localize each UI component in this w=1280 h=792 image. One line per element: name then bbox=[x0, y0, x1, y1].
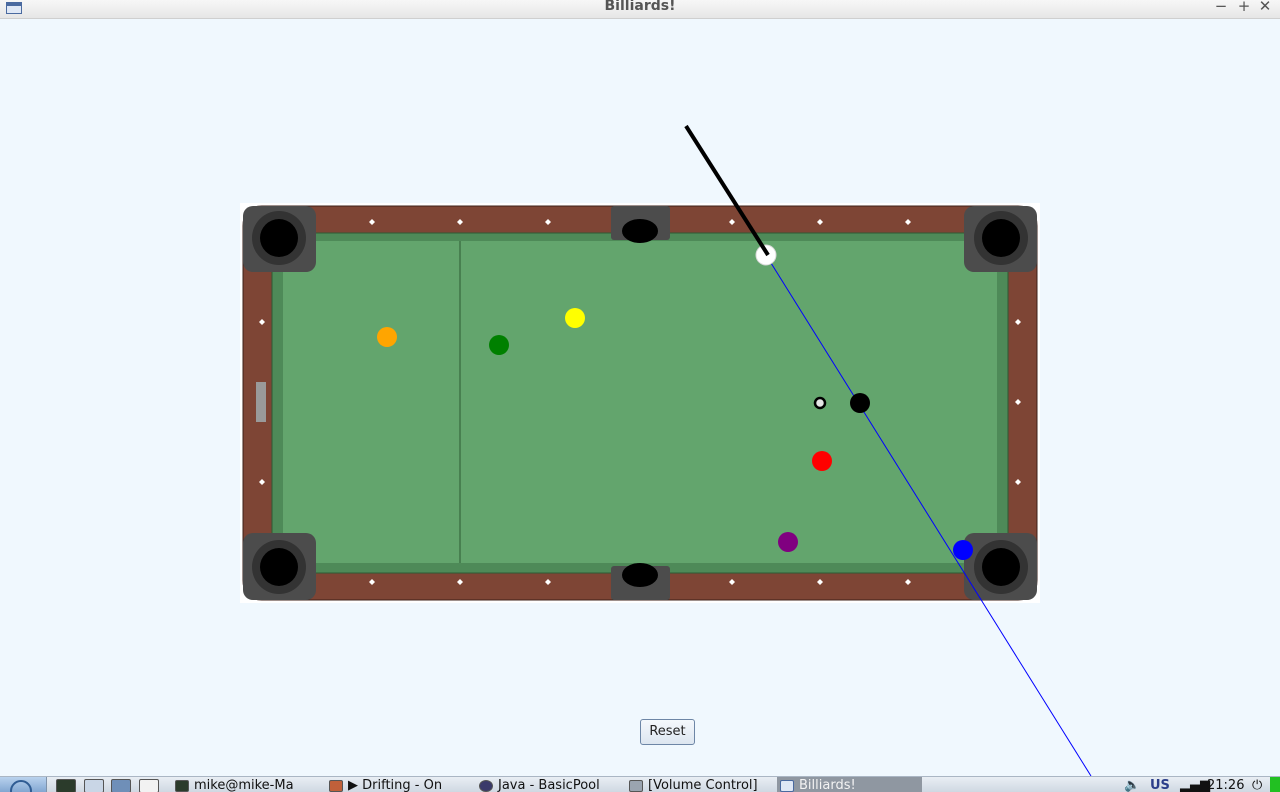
task-media-player[interactable]: ▶ Drifting - On bbox=[326, 777, 471, 792]
task-label: mike@mike-Ma bbox=[194, 778, 294, 792]
window-icon bbox=[780, 780, 794, 792]
volume-icon[interactable]: 🔈 bbox=[1124, 777, 1148, 792]
orange-ball bbox=[377, 327, 397, 347]
volume-control-icon bbox=[629, 780, 643, 792]
signal-strength-icon[interactable]: ▂▄▆ bbox=[1180, 777, 1210, 792]
task-label: Java - BasicPool bbox=[498, 778, 600, 792]
corner-pocket bbox=[982, 219, 1020, 257]
table-felt bbox=[283, 241, 997, 563]
power-icon[interactable]: ⏻ bbox=[1252, 777, 1266, 792]
ghost-ball-target bbox=[813, 396, 827, 410]
red-ball bbox=[812, 451, 832, 471]
task-terminal[interactable]: mike@mike-Ma bbox=[172, 777, 317, 792]
rail-marker bbox=[256, 382, 266, 422]
task-billiards[interactable]: Billiards! bbox=[777, 777, 922, 792]
task-label: Billiards! bbox=[799, 778, 856, 792]
side-pocket bbox=[622, 219, 658, 243]
corner-pocket bbox=[260, 548, 298, 586]
media-player-icon bbox=[329, 780, 343, 792]
window-icon[interactable] bbox=[139, 779, 159, 792]
terminal-icon[interactable] bbox=[56, 779, 76, 792]
purple-ball bbox=[778, 532, 798, 552]
corner-pocket bbox=[982, 548, 1020, 586]
terminal-icon bbox=[175, 780, 189, 792]
task-label: [Volume Control] bbox=[648, 778, 758, 792]
task-volume-control[interactable]: [Volume Control] bbox=[626, 777, 771, 792]
keyboard-layout-indicator[interactable]: US bbox=[1150, 777, 1170, 792]
pool-table-canvas[interactable] bbox=[0, 0, 1280, 776]
start-menu-button[interactable] bbox=[0, 777, 47, 792]
network-icon[interactable] bbox=[111, 779, 131, 792]
green-ball bbox=[489, 335, 509, 355]
yellow-ball bbox=[565, 308, 585, 328]
battery-indicator bbox=[1270, 777, 1280, 792]
taskbar: mike@mike-Ma ▶ Drifting - On Java - Basi… bbox=[0, 776, 1280, 792]
file-manager-icon[interactable] bbox=[84, 779, 104, 792]
corner-pocket bbox=[260, 219, 298, 257]
clock[interactable]: 21:26 bbox=[1207, 777, 1244, 792]
blue-ball bbox=[953, 540, 973, 560]
java-icon bbox=[479, 780, 493, 792]
side-pocket bbox=[622, 563, 658, 587]
reset-button[interactable]: Reset bbox=[640, 719, 695, 745]
task-label: ▶ Drifting - On bbox=[348, 778, 443, 792]
black-ball bbox=[850, 393, 870, 413]
task-java[interactable]: Java - BasicPool bbox=[476, 777, 621, 792]
